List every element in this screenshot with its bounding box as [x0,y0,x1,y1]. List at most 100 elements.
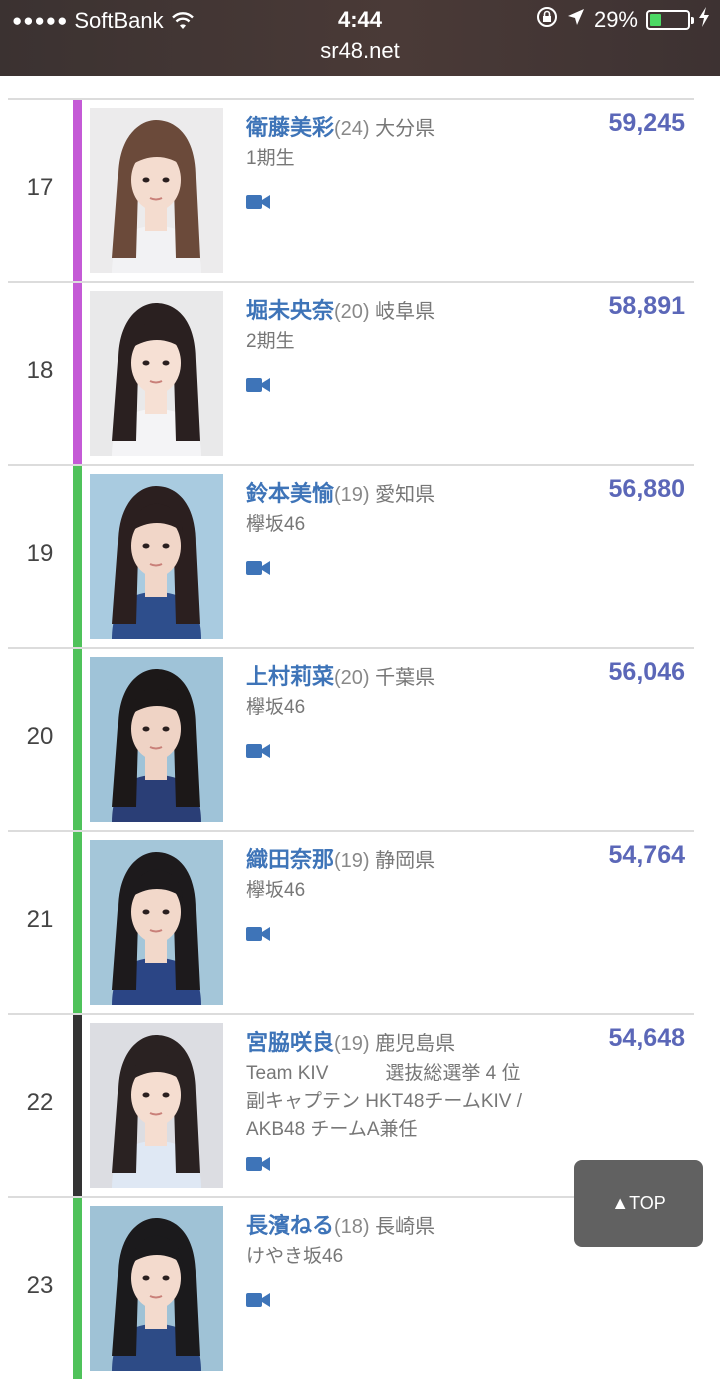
member-info: Team KIV 選抜総選挙 4 位副キャプテン HKT48チームKIV / AK… [246,1060,546,1144]
group-color-bar [73,832,82,1013]
video-camera-icon[interactable] [246,1156,270,1172]
vote-count: 54,764 [608,841,685,869]
member-name[interactable]: 織田奈那 [246,847,334,872]
row-divider [8,647,694,649]
ranking-row[interactable]: 20 上村莉菜(20) 千葉県 欅坂46 56,046 [0,647,720,830]
row-divider [8,830,694,832]
battery-icon [646,10,694,30]
row-divider [8,281,694,283]
member-heading: 長濱ねる(18) 長崎県 [246,1208,435,1240]
member-photo[interactable] [90,1023,223,1188]
member-name[interactable]: 鈴本美愉 [246,481,334,506]
member-info-line: 2期生 [246,331,295,352]
rotation-lock-icon [536,6,558,34]
member-info: 欅坂46 [246,694,546,722]
member-info: 1期生 [246,145,546,173]
member-prefecture: 鹿児島県 [375,1033,456,1055]
member-info-line: Team KIV 選抜総選挙 4 位 [246,1063,521,1084]
member-age: (19) [334,484,370,506]
member-name[interactable]: 宮脇咲良 [246,1030,334,1055]
member-name[interactable]: 上村莉菜 [246,664,334,689]
ranking-row[interactable]: 19 鈴本美愉(19) 愛知県 欅坂46 56,880 [0,464,720,647]
status-bar: ●●●●● SoftBank 4:44 29% [0,0,720,40]
group-color-bar [73,283,82,464]
member-info: 欅坂46 [246,877,546,905]
rank-number: 19 [26,540,54,567]
group-color-bar [73,466,82,647]
member-photo[interactable] [90,840,223,1005]
member-info-line: 副キャプテン HKT48チームKIV / [246,1091,523,1112]
vote-count: 58,891 [608,292,685,320]
member-prefecture: 静岡県 [375,850,436,872]
member-photo[interactable] [90,474,223,639]
member-photo[interactable] [90,1206,223,1371]
rank-number: 22 [26,1089,54,1116]
member-heading: 織田奈那(19) 静岡県 [246,842,435,874]
row-divider [8,464,694,466]
member-prefecture: 千葉県 [375,667,436,689]
member-photo[interactable] [90,108,223,273]
group-color-bar [73,100,82,281]
ranking-row[interactable]: 17 衛藤美彩(24) 大分県 1期生 59,245 [0,98,720,281]
charging-bolt-icon [698,7,710,33]
member-prefecture: 愛知県 [375,484,436,506]
row-divider [8,98,694,100]
member-info: 欅坂46 [246,511,546,539]
member-heading: 上村莉菜(20) 千葉県 [246,659,435,691]
member-name[interactable]: 堀未央奈 [246,298,334,323]
video-camera-icon[interactable] [246,560,270,576]
battery-percent: 29% [593,7,638,32]
battery-level [650,14,661,26]
member-prefecture: 長崎県 [375,1216,436,1238]
rank-number: 23 [26,1272,54,1299]
ranking-row[interactable]: 18 堀未央奈(20) 岐阜県 2期生 58,891 [0,281,720,464]
video-camera-icon[interactable] [246,377,270,393]
address-bar-url[interactable]: sr48.net [0,38,720,64]
video-camera-icon[interactable] [246,926,270,942]
member-photo[interactable] [90,657,223,822]
member-info-line: 欅坂46 [246,880,306,901]
rank-number: 17 [26,174,54,201]
back-to-top-button[interactable]: ▲TOP [574,1160,703,1247]
group-color-bar [73,1198,82,1379]
member-info-line: 欅坂46 [246,514,306,535]
status-right: 29% [536,6,710,34]
member-photo[interactable] [90,291,223,456]
member-prefecture: 岐阜県 [375,301,436,323]
member-heading: 鈴本美愉(19) 愛知県 [246,476,435,508]
member-age: (19) [334,1033,370,1055]
member-info-line: AKB48 チームA兼任 [246,1119,418,1140]
ranking-row[interactable]: 21 織田奈那(19) 静岡県 欅坂46 54,764 [0,830,720,1013]
vote-count: 56,880 [608,475,685,503]
member-name[interactable]: 長濱ねる [246,1213,334,1238]
rank-number: 21 [26,906,54,933]
member-prefecture: 大分県 [375,118,436,140]
member-info-line: けやき坂46 [246,1246,344,1267]
vote-count: 56,046 [608,658,685,686]
member-age: (24) [334,118,370,140]
rank-number: 20 [26,723,54,750]
video-camera-icon[interactable] [246,194,270,210]
member-info-line: 1期生 [246,148,295,169]
member-age: (20) [334,667,370,689]
vote-count: 54,648 [608,1024,685,1052]
vote-count: 59,245 [608,109,685,137]
group-color-bar [73,649,82,830]
member-info-line: 欅坂46 [246,697,306,718]
member-age: (19) [334,850,370,872]
member-heading: 衛藤美彩(24) 大分県 [246,110,435,142]
row-divider [8,1013,694,1015]
member-age: (18) [334,1216,370,1238]
member-heading: 堀未央奈(20) 岐阜県 [246,293,435,325]
rank-number: 18 [26,357,54,384]
member-heading: 宮脇咲良(19) 鹿児島県 [246,1025,455,1057]
browser-top-bar: ●●●●● SoftBank 4:44 29% sr48.net [0,0,720,76]
member-age: (20) [334,301,370,323]
location-arrow-icon [566,7,586,33]
member-info: 2期生 [246,328,546,356]
member-name[interactable]: 衛藤美彩 [246,115,334,140]
group-color-bar [73,1015,82,1196]
member-info: けやき坂46 [246,1243,546,1271]
video-camera-icon[interactable] [246,743,270,759]
video-camera-icon[interactable] [246,1292,270,1308]
